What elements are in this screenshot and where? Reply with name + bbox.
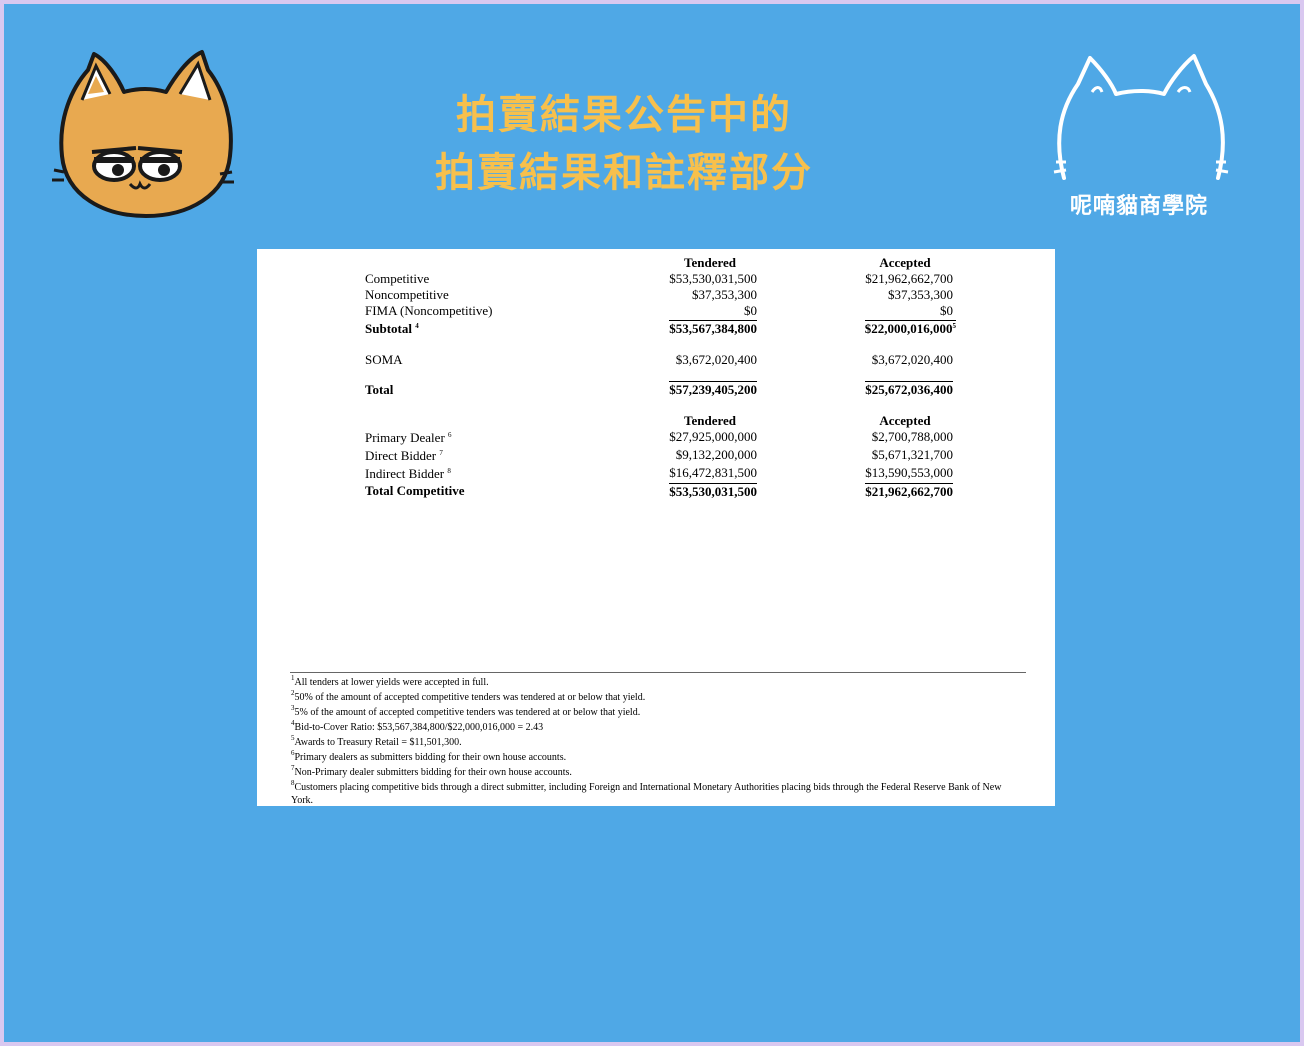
- row-accepted: $0: [940, 303, 953, 318]
- page-title: 拍賣結果公告中的 拍賣結果和註釋部分: [334, 86, 914, 202]
- bidder-accepted: $13,590,553,000: [865, 465, 953, 480]
- bidder-tendered: $27,925,000,000: [669, 429, 757, 444]
- table2-header-tendered: Tendered: [683, 413, 736, 428]
- total-competitive-tendered: $53,530,031,500: [669, 483, 757, 499]
- footnote: 1All tenders at lower yields were accept…: [291, 674, 489, 689]
- row-accepted: $37,353,300: [888, 287, 953, 302]
- footnote: 5Awards to Treasury Retail = $11,501,300…: [291, 734, 462, 749]
- bidder-tendered: $9,132,200,000: [675, 447, 757, 462]
- brand-name: 呢喃貓商學院: [1069, 194, 1208, 219]
- footnote: 35% of the amount of accepted competitiv…: [291, 704, 641, 719]
- total-competitive-label: Total Competitive: [365, 483, 465, 498]
- row-tendered: $37,353,300: [692, 287, 757, 302]
- subtotal-tendered: $53,567,384,800: [669, 320, 757, 336]
- slide-frame: 拍賣結果公告中的 拍賣結果和註釋部分 呢喃貓商學院 Tendered Accep…: [0, 0, 1304, 1046]
- subtotal-label: Subtotal 4: [365, 321, 419, 336]
- row-tendered: $53,530,031,500: [669, 271, 757, 286]
- subtotal-accepted: $22,000,016,0005: [864, 320, 956, 336]
- white-cat-outline-icon: [1053, 54, 1229, 180]
- row-label: Noncompetitive: [365, 287, 449, 302]
- bidder-tendered: $16,472,831,500: [669, 465, 757, 480]
- footnote-divider: [290, 672, 1026, 673]
- bidder-accepted: $5,671,321,700: [871, 447, 953, 462]
- footnote: 6Primary dealers as submitters bidding f…: [291, 749, 567, 764]
- footnotes: 1All tenders at lower yields were accept…: [291, 675, 1021, 807]
- total-label: Total: [365, 382, 394, 397]
- row-label: FIMA (Noncompetitive): [365, 303, 493, 318]
- total-competitive-accepted: $21,962,662,700: [865, 483, 953, 499]
- auction-results-document: Tendered Accepted Competitive $53,530,03…: [257, 249, 1055, 806]
- soma-label: SOMA: [365, 352, 403, 367]
- total-tendered: $57,239,405,200: [669, 381, 757, 397]
- bidder-accepted: $2,700,788,000: [871, 429, 953, 444]
- soma-accepted: $3,672,020,400: [871, 352, 953, 367]
- bidder-label: Indirect Bidder 8: [365, 466, 451, 481]
- row-accepted: $21,962,662,700: [865, 271, 953, 286]
- row-label: Competitive: [365, 271, 430, 286]
- footnote: 250% of the amount of accepted competiti…: [291, 689, 646, 704]
- bidder-label: Direct Bidder 7: [365, 448, 443, 463]
- title-line-2: 拍賣結果和註釋部分: [435, 150, 813, 196]
- table1-header-accepted: Accepted: [879, 255, 931, 270]
- total-accepted: $25,672,036,400: [865, 381, 953, 397]
- table1-header-tendered: Tendered: [683, 255, 736, 270]
- footnote: 8Customers placing competitive bids thro…: [291, 779, 1002, 807]
- title-line-1: 拍賣結果公告中的: [456, 92, 792, 138]
- table2-header-accepted: Accepted: [879, 413, 931, 428]
- footnote: 7Non-Primary dealer submitters bidding f…: [291, 764, 572, 779]
- orange-cat-face-icon: [52, 50, 234, 218]
- soma-tendered: $3,672,020,400: [675, 352, 757, 367]
- bidder-label: Primary Dealer 6: [365, 430, 452, 445]
- footnote: 4Bid-to-Cover Ratio: $53,567,384,800/$22…: [291, 719, 544, 734]
- row-tendered: $0: [744, 303, 757, 318]
